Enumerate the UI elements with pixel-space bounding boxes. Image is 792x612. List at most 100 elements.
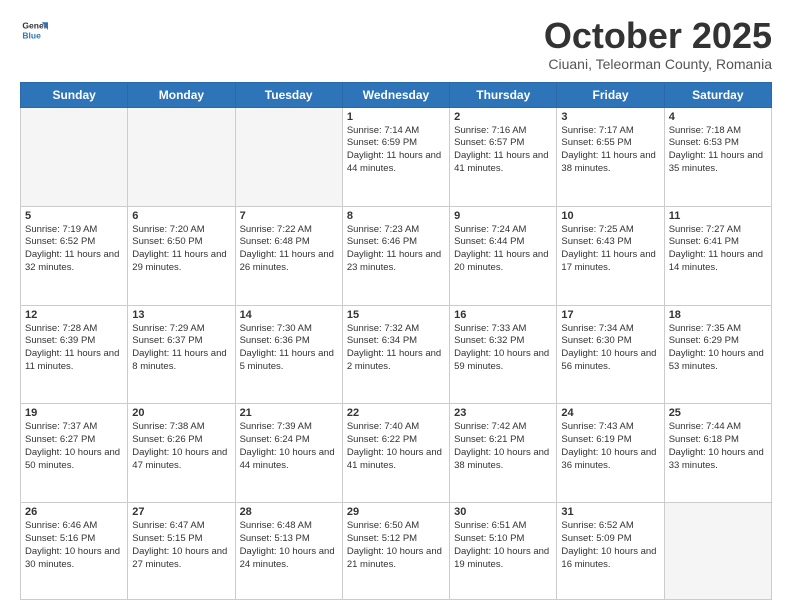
- day-info: Sunrise: 7:44 AM Sunset: 6:18 PM Dayligh…: [669, 421, 767, 472]
- day-info: Sunrise: 7:20 AM Sunset: 6:50 PM Dayligh…: [132, 224, 230, 275]
- day-number: 27: [132, 506, 230, 518]
- day-info: Sunrise: 7:25 AM Sunset: 6:43 PM Dayligh…: [561, 224, 659, 275]
- day-header-friday: Friday: [557, 82, 664, 107]
- day-number: 1: [347, 111, 445, 123]
- day-number: 14: [240, 309, 338, 321]
- day-header-monday: Monday: [128, 82, 235, 107]
- day-header-saturday: Saturday: [664, 82, 771, 107]
- day-number: 24: [561, 407, 659, 419]
- calendar-cell: 21 Sunrise: 7:39 AM Sunset: 6:24 PM Dayli…: [235, 404, 342, 503]
- day-number: 25: [669, 407, 767, 419]
- day-info: Sunrise: 7:29 AM Sunset: 6:37 PM Dayligh…: [132, 323, 230, 374]
- day-number: 31: [561, 506, 659, 518]
- calendar-cell: 16Sunrise: 7:33 AM Sunset: 6:32 PM Dayli…: [450, 305, 557, 404]
- day-info: Sunrise: 7:28 AM Sunset: 6:39 PM Dayligh…: [25, 323, 123, 374]
- day-number: 6: [132, 210, 230, 222]
- day-info: Sunrise: 7:19 AM Sunset: 6:52 PM Dayligh…: [25, 224, 123, 275]
- calendar-cell: 29 Sunrise: 6:50 AM Sunset: 5:12 PM Dayli…: [342, 503, 449, 600]
- day-info: Sunrise: 7:18 AM Sunset: 6:53 PM Dayligh…: [669, 125, 767, 176]
- calendar-cell: 11 Sunrise: 7:27 AM Sunset: 6:41 PM Dayli…: [664, 206, 771, 305]
- title-section: October 2025 Ciuani, Teleorman County, R…: [544, 16, 772, 72]
- day-info: Sunrise: 7:30 AM Sunset: 6:36 PM Dayligh…: [240, 323, 338, 374]
- svg-text:General: General: [22, 20, 48, 30]
- day-info: Sunrise: 7:37 AM Sunset: 6:27 PM Dayligh…: [25, 421, 123, 472]
- calendar-cell: 13 Sunrise: 7:29 AM Sunset: 6:37 PM Dayli…: [128, 305, 235, 404]
- day-number: 21: [240, 407, 338, 419]
- calendar-cell: 22 Sunrise: 7:40 AM Sunset: 6:22 PM Dayli…: [342, 404, 449, 503]
- calendar-cell: 28 Sunrise: 6:48 AM Sunset: 5:13 PM Dayli…: [235, 503, 342, 600]
- calendar-cell: [235, 107, 342, 206]
- calendar-cell: 6 Sunrise: 7:20 AM Sunset: 6:50 PM Daylig…: [128, 206, 235, 305]
- calendar-cell: 9Sunrise: 7:24 AM Sunset: 6:44 PM Daylig…: [450, 206, 557, 305]
- day-info: Sunrise: 7:43 AM Sunset: 6:19 PM Dayligh…: [561, 421, 659, 472]
- day-number: 10: [561, 210, 659, 222]
- day-number: 20: [132, 407, 230, 419]
- day-info: Sunrise: 6:48 AM Sunset: 5:13 PM Dayligh…: [240, 520, 338, 571]
- calendar-cell: 3 Sunrise: 7:17 AM Sunset: 6:55 PM Daylig…: [557, 107, 664, 206]
- day-number: 7: [240, 210, 338, 222]
- day-info: Sunrise: 7:24 AM Sunset: 6:44 PM Dayligh…: [454, 224, 552, 275]
- day-info: Sunrise: 7:40 AM Sunset: 6:22 PM Dayligh…: [347, 421, 445, 472]
- calendar-cell: 18Sunrise: 7:35 AM Sunset: 6:29 PM Dayli…: [664, 305, 771, 404]
- day-info: Sunrise: 7:22 AM Sunset: 6:48 PM Dayligh…: [240, 224, 338, 275]
- calendar-cell: 25 Sunrise: 7:44 AM Sunset: 6:18 PM Dayli…: [664, 404, 771, 503]
- day-info: Sunrise: 6:47 AM Sunset: 5:15 PM Dayligh…: [132, 520, 230, 571]
- day-header-wednesday: Wednesday: [342, 82, 449, 107]
- day-header-sunday: Sunday: [21, 82, 128, 107]
- day-info: Sunrise: 7:42 AM Sunset: 6:21 PM Dayligh…: [454, 421, 552, 472]
- calendar-cell: [21, 107, 128, 206]
- day-info: Sunrise: 7:17 AM Sunset: 6:55 PM Dayligh…: [561, 125, 659, 176]
- day-info: Sunrise: 7:34 AM Sunset: 6:30 PM Dayligh…: [561, 323, 659, 374]
- day-number: 17: [561, 309, 659, 321]
- calendar-cell: 12 Sunrise: 7:28 AM Sunset: 6:39 PM Dayli…: [21, 305, 128, 404]
- calendar-cell: 24 Sunrise: 7:43 AM Sunset: 6:19 PM Dayli…: [557, 404, 664, 503]
- day-number: 8: [347, 210, 445, 222]
- calendar-cell: 23 Sunrise: 7:42 AM Sunset: 6:21 PM Dayli…: [450, 404, 557, 503]
- day-header-tuesday: Tuesday: [235, 82, 342, 107]
- day-number: 5: [25, 210, 123, 222]
- calendar-cell: 4 Sunrise: 7:18 AM Sunset: 6:53 PM Daylig…: [664, 107, 771, 206]
- month-title: October 2025: [544, 16, 772, 56]
- day-number: 23: [454, 407, 552, 419]
- day-number: 2: [454, 111, 552, 123]
- day-info: Sunrise: 7:14 AM Sunset: 6:59 PM Dayligh…: [347, 125, 445, 176]
- day-number: 28: [240, 506, 338, 518]
- calendar-cell: 19 Sunrise: 7:37 AM Sunset: 6:27 PM Dayli…: [21, 404, 128, 503]
- calendar-cell: 14 Sunrise: 7:30 AM Sunset: 6:36 PM Dayli…: [235, 305, 342, 404]
- day-info: Sunrise: 7:23 AM Sunset: 6:46 PM Dayligh…: [347, 224, 445, 275]
- day-number: 29: [347, 506, 445, 518]
- day-info: Sunrise: 7:16 AM Sunset: 6:57 PM Dayligh…: [454, 125, 552, 176]
- calendar-cell: 1 Sunrise: 7:14 AM Sunset: 6:59 PM Daylig…: [342, 107, 449, 206]
- day-number: 13: [132, 309, 230, 321]
- calendar: SundayMondayTuesdayWednesdayThursdayFrid…: [20, 82, 772, 600]
- calendar-cell: 30 Sunrise: 6:51 AM Sunset: 5:10 PM Dayli…: [450, 503, 557, 600]
- calendar-cell: 17 Sunrise: 7:34 AM Sunset: 6:30 PM Dayli…: [557, 305, 664, 404]
- location: Ciuani, Teleorman County, Romania: [544, 56, 772, 72]
- day-info: Sunrise: 7:39 AM Sunset: 6:24 PM Dayligh…: [240, 421, 338, 472]
- calendar-cell: 26 Sunrise: 6:46 AM Sunset: 5:16 PM Dayli…: [21, 503, 128, 600]
- day-number: 30: [454, 506, 552, 518]
- calendar-cell: 2 Sunrise: 7:16 AM Sunset: 6:57 PM Daylig…: [450, 107, 557, 206]
- calendar-cell: 31Sunrise: 6:52 AM Sunset: 5:09 PM Dayli…: [557, 503, 664, 600]
- day-header-thursday: Thursday: [450, 82, 557, 107]
- day-info: Sunrise: 6:51 AM Sunset: 5:10 PM Dayligh…: [454, 520, 552, 571]
- calendar-cell: 5 Sunrise: 7:19 AM Sunset: 6:52 PM Daylig…: [21, 206, 128, 305]
- day-number: 26: [25, 506, 123, 518]
- calendar-cell: 7 Sunrise: 7:22 AM Sunset: 6:48 PM Daylig…: [235, 206, 342, 305]
- calendar-cell: [128, 107, 235, 206]
- day-number: 15: [347, 309, 445, 321]
- day-number: 11: [669, 210, 767, 222]
- day-number: 3: [561, 111, 659, 123]
- day-info: Sunrise: 6:46 AM Sunset: 5:16 PM Dayligh…: [25, 520, 123, 571]
- calendar-cell: 10 Sunrise: 7:25 AM Sunset: 6:43 PM Dayli…: [557, 206, 664, 305]
- day-number: 4: [669, 111, 767, 123]
- day-number: 22: [347, 407, 445, 419]
- day-info: Sunrise: 6:50 AM Sunset: 5:12 PM Dayligh…: [347, 520, 445, 571]
- calendar-cell: 8 Sunrise: 7:23 AM Sunset: 6:46 PM Daylig…: [342, 206, 449, 305]
- day-number: 16: [454, 309, 552, 321]
- day-number: 19: [25, 407, 123, 419]
- day-info: Sunrise: 7:27 AM Sunset: 6:41 PM Dayligh…: [669, 224, 767, 275]
- day-number: 12: [25, 309, 123, 321]
- day-info: Sunrise: 7:32 AM Sunset: 6:34 PM Dayligh…: [347, 323, 445, 374]
- day-number: 18: [669, 309, 767, 321]
